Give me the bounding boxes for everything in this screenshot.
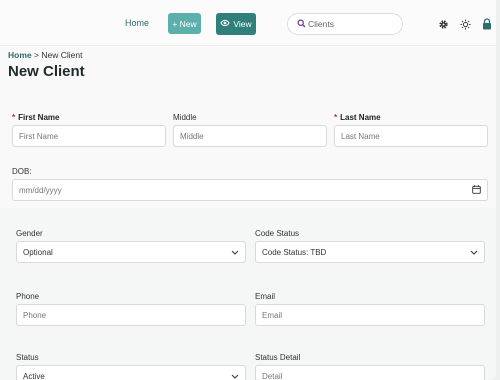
middle-name-field[interactable] bbox=[173, 125, 327, 147]
gender-value: Optional bbox=[23, 247, 53, 257]
top-navbar: Home + New View bbox=[0, 0, 496, 46]
search-input[interactable] bbox=[308, 19, 398, 29]
gender-select[interactable]: Optional bbox=[16, 241, 246, 263]
dob-field[interactable] bbox=[12, 179, 488, 201]
code-status-label: Code Status bbox=[255, 229, 300, 238]
new-button[interactable]: + New bbox=[168, 13, 201, 34]
email-field[interactable] bbox=[255, 304, 485, 326]
breadcrumb-home-link[interactable]: Home bbox=[8, 50, 32, 60]
middle-name-label: Middle bbox=[173, 113, 197, 122]
phone-field[interactable] bbox=[16, 304, 246, 326]
gear-icon[interactable] bbox=[437, 18, 449, 30]
lock-icon[interactable] bbox=[481, 18, 493, 30]
first-name-label: * First Name bbox=[12, 113, 60, 122]
eye-icon bbox=[220, 19, 230, 29]
calendar-icon[interactable] bbox=[472, 181, 481, 199]
sun-icon[interactable] bbox=[459, 18, 471, 30]
status-value: Active bbox=[23, 371, 45, 380]
view-button[interactable]: View bbox=[216, 13, 256, 35]
chevron-down-icon bbox=[470, 248, 478, 256]
view-button-label: View bbox=[233, 19, 252, 29]
middle-name-input[interactable] bbox=[180, 131, 320, 141]
dob-label: DOB: bbox=[12, 167, 32, 176]
nav-home-link[interactable]: Home bbox=[125, 18, 149, 28]
status-detail-label: Status Detail bbox=[255, 353, 301, 362]
search-box[interactable] bbox=[287, 13, 403, 35]
code-status-value: Code Status: TBD bbox=[262, 247, 327, 257]
status-label: Status bbox=[16, 353, 39, 362]
first-name-input[interactable] bbox=[19, 131, 159, 141]
last-name-label: * Last Name bbox=[334, 113, 381, 122]
search-icon bbox=[297, 15, 306, 33]
first-name-field[interactable] bbox=[12, 125, 166, 147]
chevron-down-icon bbox=[231, 248, 239, 256]
chevron-down-icon bbox=[231, 372, 239, 380]
status-detail-field[interactable] bbox=[255, 365, 485, 380]
page-title: New Client bbox=[8, 63, 85, 80]
phone-label: Phone bbox=[16, 292, 40, 301]
code-status-select[interactable]: Code Status: TBD bbox=[255, 241, 485, 263]
email-label: Email bbox=[255, 292, 276, 301]
email-input[interactable] bbox=[262, 310, 478, 320]
status-detail-input[interactable] bbox=[262, 371, 478, 380]
dob-input[interactable] bbox=[19, 185, 472, 195]
breadcrumb: Home > New Client bbox=[8, 50, 82, 60]
phone-input[interactable] bbox=[23, 310, 239, 320]
app-window: Home + New View Home > New Client New Cl… bbox=[0, 0, 496, 380]
last-name-input[interactable] bbox=[341, 131, 481, 141]
last-name-field[interactable] bbox=[334, 125, 488, 147]
breadcrumb-separator: > bbox=[34, 50, 39, 60]
gender-label: Gender bbox=[16, 229, 43, 238]
details-section bbox=[0, 208, 496, 380]
status-select[interactable]: Active bbox=[16, 365, 246, 380]
breadcrumb-current: New Client bbox=[41, 50, 83, 60]
